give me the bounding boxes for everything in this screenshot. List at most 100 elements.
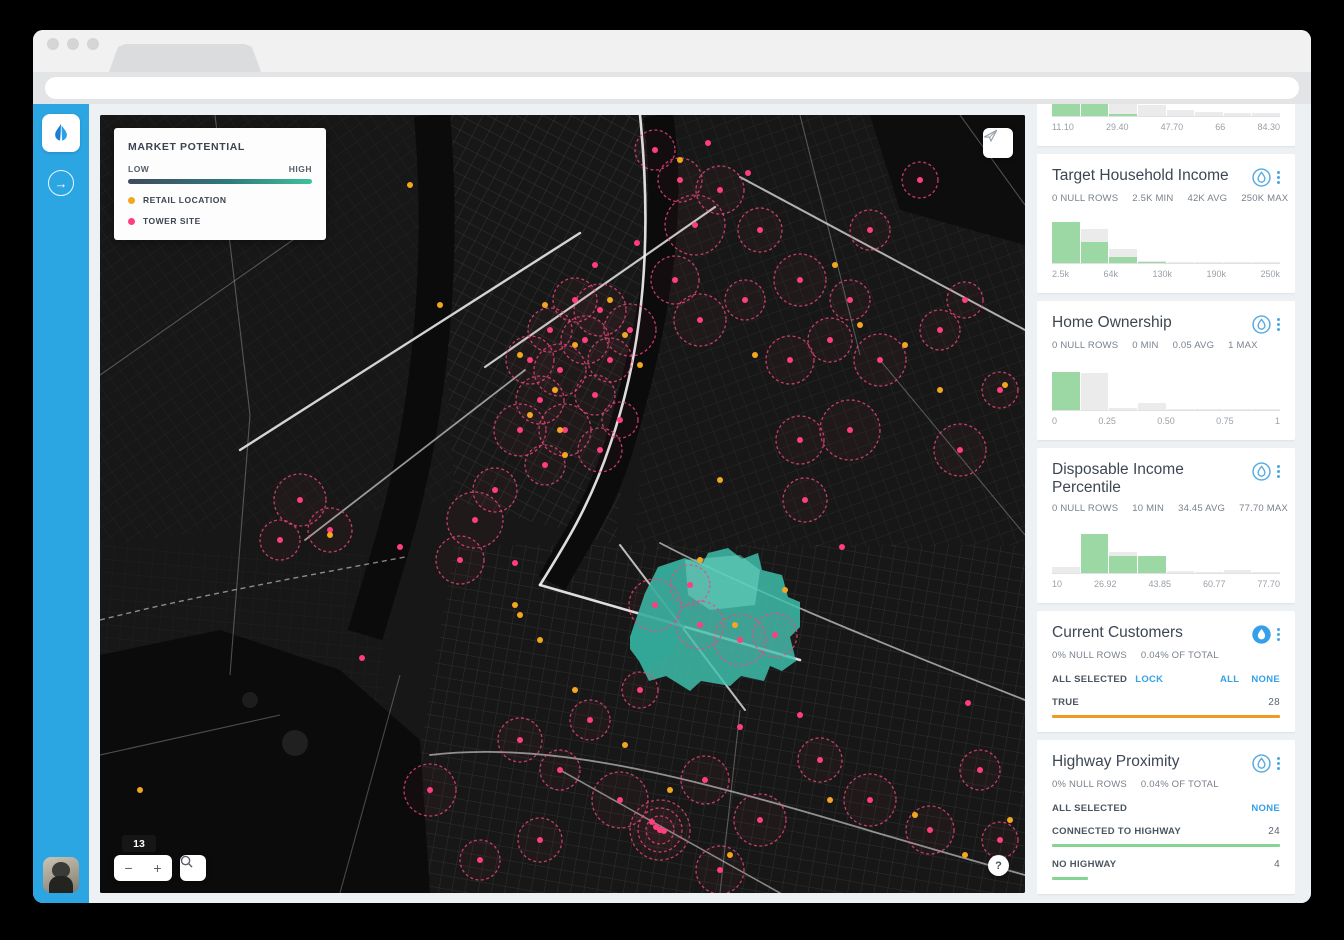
legend-title: MARKET POTENTIAL (128, 141, 312, 153)
browser-tab[interactable] (109, 44, 261, 72)
search-icon (180, 855, 193, 868)
card-menu-icon[interactable] (1277, 626, 1280, 643)
legend-item-tower: TOWER SITE (128, 216, 312, 226)
tick-label: 0.25 (1098, 416, 1116, 426)
share-location-button[interactable] (983, 128, 1013, 158)
filter-droplet-icon[interactable] (1252, 754, 1271, 773)
zoom-controls: − + (114, 855, 172, 881)
legend-low-label: LOW (128, 164, 149, 174)
tick-label: 130k (1152, 269, 1172, 279)
tick-label: 0 (1052, 416, 1057, 426)
card-menu-icon[interactable] (1277, 169, 1280, 186)
histogram-ticks: 2.5k64k130k190k250k (1052, 269, 1280, 279)
selection-row: ALL SELECTED NONE (1052, 803, 1280, 814)
category-bar (1052, 844, 1280, 847)
category-label: NO HIGHWAY (1052, 859, 1116, 870)
workspace: MARKET POTENTIAL LOW HIGH RETAIL LOCATIO… (89, 104, 1311, 903)
tick-label: 10 (1052, 579, 1062, 589)
app-logo-button[interactable] (42, 114, 80, 152)
tick-label: 43.85 (1148, 579, 1171, 589)
zoom-level-badge: 13 (122, 835, 156, 852)
histogram-bars[interactable] (1052, 104, 1280, 117)
histogram-bars[interactable] (1052, 217, 1280, 264)
histogram: 0 0.25 0.50 0.75 1 (1052, 364, 1280, 426)
histogram-ticks: 1026.9243.8560.7777.70 (1052, 579, 1280, 589)
address-bar[interactable] (45, 77, 1299, 99)
category-row[interactable]: TRUE28 (1052, 697, 1280, 718)
category-bar (1052, 877, 1088, 880)
zoom-in-button[interactable]: + (143, 855, 172, 881)
filter-panel: 11.1029.4047.706684.30 Target Household … (1037, 104, 1295, 903)
histogram-ticks: 0 0.25 0.50 0.75 1 (1052, 416, 1280, 426)
tick-label: 29.40 (1106, 122, 1129, 132)
paper-plane-icon (983, 128, 998, 143)
select-all-link[interactable]: ALL (1220, 674, 1239, 685)
window-controls[interactable] (47, 38, 99, 50)
category-row[interactable]: CONNECTED TO HIGHWAY24 (1052, 826, 1280, 847)
browser-titlebar (33, 30, 1311, 72)
tick-label: 64k (1103, 269, 1118, 279)
window-control-dot[interactable] (67, 38, 79, 50)
category-rows: TRUE28 (1052, 697, 1280, 718)
tick-label: 0.75 (1216, 416, 1234, 426)
legend-gradient-bar (128, 179, 312, 184)
window-control-dot[interactable] (47, 38, 59, 50)
selection-row: ALL SELECTED LOCK ALL NONE (1052, 674, 1280, 685)
collapse-arrow-icon[interactable]: → (48, 170, 74, 196)
select-none-link[interactable]: NONE (1251, 803, 1280, 814)
window-control-dot[interactable] (87, 38, 99, 50)
histogram: 11.1029.4047.706684.30 (1052, 104, 1280, 132)
category-row[interactable]: NO HIGHWAY 4 (1052, 859, 1280, 880)
card-menu-icon[interactable] (1277, 463, 1280, 480)
filter-card-current-customers: Current Customers 0% NULL ROWS0.04% OF T… (1037, 611, 1295, 732)
map-search-button[interactable] (180, 855, 206, 881)
category-count: 24 (1268, 826, 1280, 837)
histogram-bars[interactable] (1052, 364, 1280, 411)
tick-label: 250k (1260, 269, 1280, 279)
tick-label: 77.70 (1257, 579, 1280, 589)
selection-label: ALL SELECTED (1052, 803, 1127, 814)
tick-label: 47.70 (1161, 122, 1184, 132)
legend-item-label: TOWER SITE (143, 216, 201, 226)
tick-label: 84.30 (1257, 122, 1280, 132)
histogram: 2.5k64k130k190k250k (1052, 217, 1280, 279)
filter-card-target-household-income: Target Household Income 0 NULL ROWS2.5K … (1037, 154, 1295, 293)
user-avatar[interactable] (43, 857, 79, 893)
tick-label: 0.50 (1157, 416, 1175, 426)
tick-label: 11.10 (1052, 122, 1074, 132)
category-label: TRUE (1052, 697, 1079, 708)
legend-item-retail: RETAIL LOCATION (128, 195, 312, 205)
tick-label: 1 (1275, 416, 1280, 426)
histogram-bars[interactable] (1052, 527, 1280, 574)
lock-link[interactable]: LOCK (1135, 674, 1163, 685)
card-menu-icon[interactable] (1277, 755, 1280, 772)
select-none-link[interactable]: NONE (1251, 674, 1280, 685)
map-canvas[interactable]: MARKET POTENTIAL LOW HIGH RETAIL LOCATIO… (100, 115, 1025, 893)
card-title: Target Household Income (1052, 167, 1252, 185)
tower-site-dot-icon (128, 218, 135, 225)
card-title: Highway Proximity (1052, 753, 1252, 771)
card-title: Current Customers (1052, 624, 1252, 642)
filter-card-cropped: 11.1029.4047.706684.30 (1037, 104, 1295, 146)
zoom-out-button[interactable]: − (114, 855, 143, 881)
tick-label: 190k (1206, 269, 1226, 279)
app-sidebar: → (33, 104, 89, 903)
filter-droplet-icon-active[interactable] (1252, 625, 1271, 644)
card-menu-icon[interactable] (1277, 316, 1280, 333)
histogram-ticks: 11.1029.4047.706684.30 (1052, 122, 1280, 132)
category-bar (1052, 715, 1280, 718)
card-title: Home Ownership (1052, 314, 1252, 332)
card-title: Disposable Income Percentile (1052, 461, 1252, 497)
category-rows: CONNECTED TO HIGHWAY24 NO HIGHWAY 4 (1052, 826, 1280, 880)
filter-droplet-icon[interactable] (1252, 168, 1271, 187)
legend-item-label: RETAIL LOCATION (143, 195, 227, 205)
filter-droplet-icon[interactable] (1252, 462, 1271, 481)
card-stats: 0% NULL ROWS0.04% OF TOTAL (1052, 650, 1280, 661)
help-button[interactable]: ? (988, 855, 1009, 876)
selection-label: ALL SELECTED (1052, 674, 1127, 685)
category-count: 4 (1274, 859, 1280, 870)
filter-card-home-ownership: Home Ownership 0 NULL ROWS0 MIN0.05 AVG1… (1037, 301, 1295, 440)
browser-toolbar (33, 72, 1311, 104)
card-stats: 0 NULL ROWS0 MIN0.05 AVG1 MAX (1052, 340, 1280, 351)
filter-droplet-icon[interactable] (1252, 315, 1271, 334)
